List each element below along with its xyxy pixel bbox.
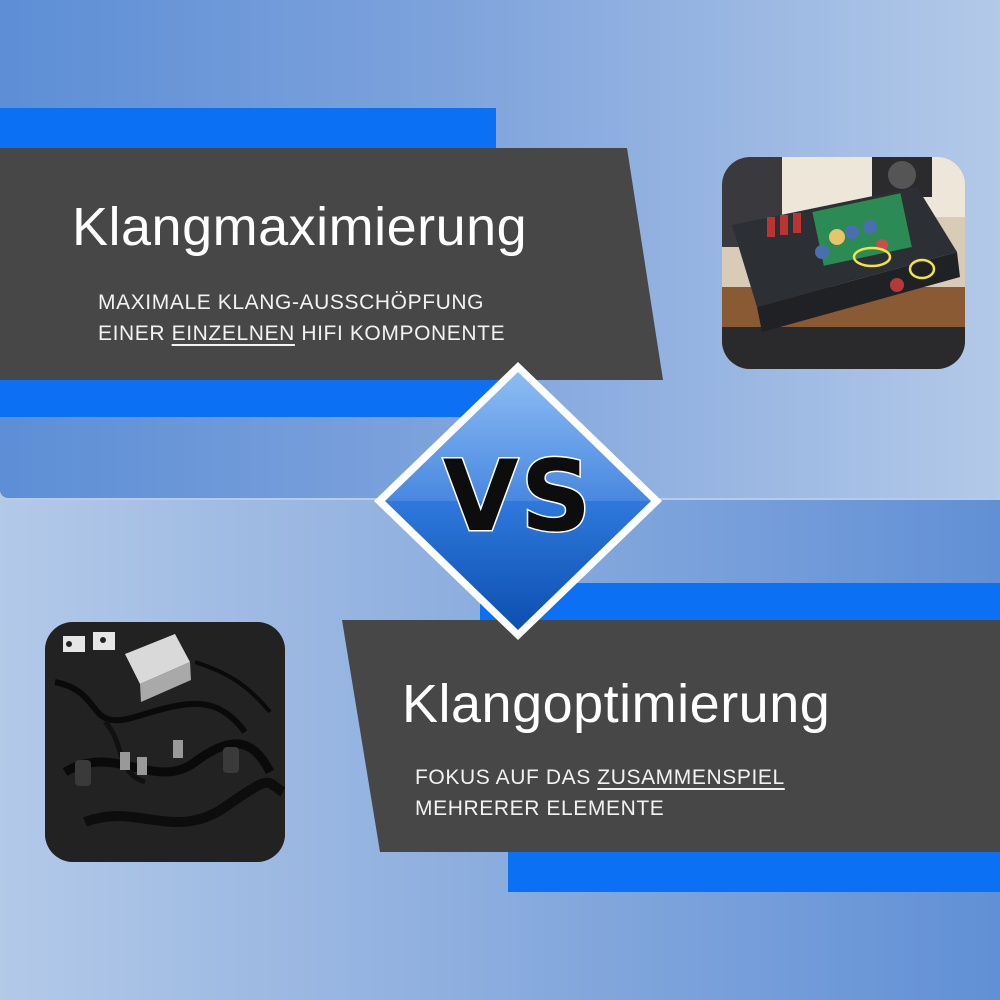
left-subtitle: MAXIMALE KLANG-AUSSCHÖPFUNG EINER EINZEL…	[98, 287, 505, 349]
vs-label: VS	[441, 440, 594, 554]
cables-photo	[45, 622, 285, 862]
vs-badge: VS	[372, 360, 664, 642]
left-title: Klangmaximierung	[72, 197, 528, 257]
accent-stripe-bottom-lower	[508, 852, 1000, 892]
right-subtitle-line1: FOKUS AUF DAS ZUSAMMENSPIEL	[415, 762, 785, 793]
comparison-graphic: Klangmaximierung MAXIMALE KLANG-AUSSCHÖP…	[0, 0, 1000, 1000]
left-subtitle-emphasis: EINZELNEN	[171, 322, 295, 345]
accent-stripe-top	[0, 108, 496, 148]
right-subtitle-line2: MEHRERER ELEMENTE	[415, 797, 665, 820]
right-subtitle: FOKUS AUF DAS ZUSAMMENSPIEL MEHRERER ELE…	[415, 762, 785, 824]
amplifier-photo	[722, 157, 965, 369]
right-subtitle-line1-start: FOKUS AUF DAS	[415, 766, 598, 789]
right-title: Klangoptimierung	[402, 674, 831, 734]
left-subtitle-line2-end: HIFI KOMPONENTE	[294, 322, 506, 345]
left-subtitle-line1: MAXIMALE KLANG-AUSSCHÖPFUNG	[98, 291, 485, 314]
left-subtitle-line2-start: EINER	[98, 322, 172, 345]
right-subtitle-emphasis: ZUSAMMENSPIEL	[597, 766, 785, 789]
left-subtitle-line2: EINER EINZELNEN HIFI KOMPONENTE	[98, 318, 505, 349]
